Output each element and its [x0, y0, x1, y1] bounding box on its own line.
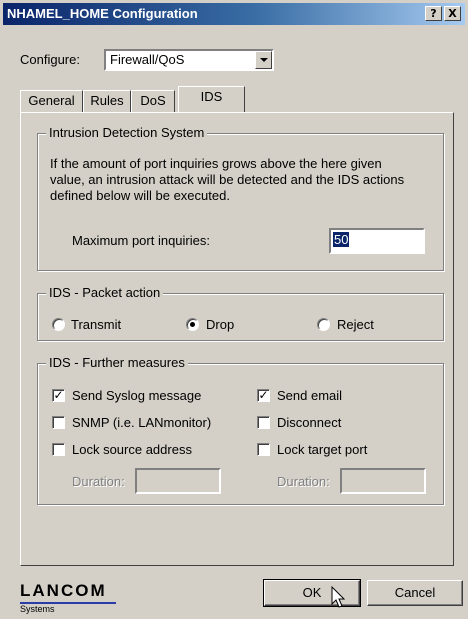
- radio-selected-dot: [190, 322, 195, 327]
- tab-label: General: [28, 93, 75, 108]
- checkbox-box[interactable]: [257, 416, 270, 429]
- tab-general[interactable]: General: [20, 90, 83, 112]
- checkbox-label: Send Syslog message: [72, 388, 202, 403]
- close-button[interactable]: X: [444, 6, 461, 21]
- duration-source-input[interactable]: [135, 468, 221, 494]
- checkbox-box[interactable]: [52, 443, 65, 456]
- help-button[interactable]: ?: [425, 6, 442, 21]
- checkbox-label: SNMP (i.e. LANmonitor): [72, 415, 212, 430]
- dropdown-button[interactable]: [255, 51, 272, 69]
- title-bar[interactable]: NHAMEL_HOME Configuration ? X: [3, 3, 465, 25]
- cancel-button[interactable]: Cancel: [367, 580, 463, 606]
- tab-rules[interactable]: Rules: [83, 90, 131, 112]
- checkbox-label: Disconnect: [277, 415, 342, 430]
- radio-label: Transmit: [71, 317, 122, 332]
- configure-select[interactable]: Firewall/QoS: [104, 49, 274, 71]
- packet-action-title: IDS - Packet action: [46, 285, 164, 300]
- checkmark-icon[interactable]: ✓: [257, 389, 270, 402]
- chevron-down-icon: [260, 58, 268, 62]
- radio-button-icon[interactable]: [317, 318, 330, 331]
- duration-target-label: Duration:: [277, 474, 330, 489]
- max-port-inquiries-label: Maximum port inquiries:: [72, 233, 210, 248]
- ids-group-title: Intrusion Detection System: [46, 125, 208, 140]
- configuration-dialog: NHAMEL_HOME Configuration ? X Configure:…: [0, 0, 468, 619]
- max-port-inquiries-value: 50: [333, 232, 350, 247]
- cancel-button-label: Cancel: [394, 585, 436, 600]
- max-port-inquiries-input[interactable]: 50: [329, 228, 425, 254]
- tab-label: DoS: [140, 93, 166, 108]
- checkbox-label: Lock source address: [72, 442, 192, 457]
- duration-source-label: Duration:: [72, 474, 125, 489]
- radio-label: Drop: [206, 317, 235, 332]
- checkbox-label: Lock target port: [277, 442, 368, 457]
- ids-description-line: If the amount of port inquiries grows ab…: [50, 156, 382, 171]
- checkmark-icon[interactable]: ✓: [52, 389, 65, 402]
- radio-button-icon[interactable]: [186, 318, 199, 331]
- checkbox-label: Send email: [277, 388, 343, 403]
- window-title: NHAMEL_HOME Configuration: [7, 6, 198, 21]
- lancom-logo: LANCOM Systems: [20, 581, 116, 614]
- logo-sub: Systems: [20, 604, 55, 614]
- logo-brand: LANCOM: [20, 581, 107, 600]
- ok-button-label: OK: [302, 585, 322, 600]
- further-measures-title: IDS - Further measures: [46, 355, 188, 370]
- mouse-cursor-icon: [331, 586, 346, 608]
- duration-target-input[interactable]: [340, 468, 426, 494]
- tab-label: IDS: [200, 89, 223, 104]
- checkbox-box[interactable]: [52, 416, 65, 429]
- configure-label: Configure:: [20, 52, 80, 67]
- configure-value: Firewall/QoS: [110, 52, 185, 67]
- ids-description-line: defined below will be executed.: [50, 188, 230, 203]
- ids-description-line: value, an intrusion attack will be detec…: [50, 172, 405, 187]
- tab-dos[interactable]: DoS: [131, 90, 175, 112]
- tab-label: Rules: [90, 93, 124, 108]
- checkbox-box[interactable]: [257, 443, 270, 456]
- tab-ids[interactable]: IDS: [178, 86, 245, 112]
- radio-label: Reject: [337, 317, 374, 332]
- radio-button-icon[interactable]: [52, 318, 65, 331]
